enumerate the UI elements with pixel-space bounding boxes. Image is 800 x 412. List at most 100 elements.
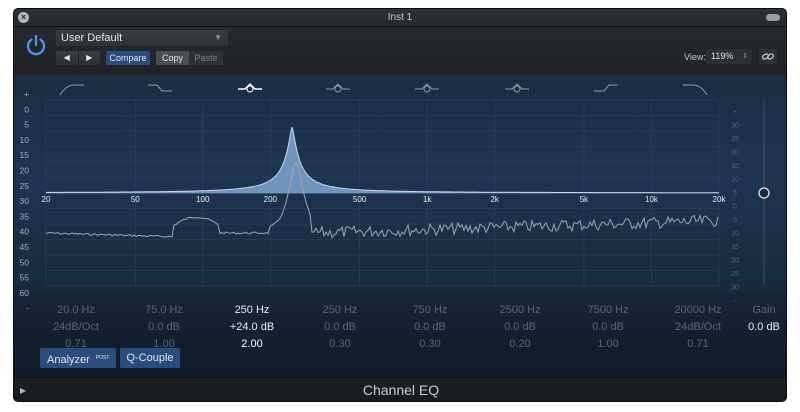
view-label: View: [684, 52, 706, 62]
band-frequency[interactable]: 250 Hz [300, 302, 380, 319]
copy-button[interactable]: Copy [156, 51, 189, 65]
left-scale-label: 15 [20, 150, 30, 160]
zoom-select[interactable]: 119% ⇕ [706, 49, 752, 64]
left-scale-label: + [24, 89, 29, 99]
analyzer-trace [45, 161, 719, 239]
bell-icon[interactable] [326, 83, 350, 93]
band-gain[interactable]: 0.0 dB [568, 319, 648, 336]
window-title: Inst 1 [387, 12, 413, 23]
bell-icon[interactable] [505, 83, 529, 93]
low-shelf-icon[interactable] [148, 84, 172, 92]
left-scale-label: - [26, 303, 29, 313]
frequency-label: 1k [423, 195, 432, 204]
right-scale-label: 15 [731, 244, 739, 251]
left-scale-label: 0 [24, 104, 29, 114]
band-8-parameters: 20000 Hz 24dB/Oct 0.71 [658, 302, 738, 353]
left-scale-label: 35 [20, 211, 30, 221]
gain-label: Gain [752, 304, 776, 316]
band-gain[interactable]: 0.0 dB [300, 319, 380, 336]
left-scale-label: 20 [20, 166, 30, 176]
band-frequency[interactable]: 2500 Hz [480, 302, 560, 319]
zoom-value: 119% [711, 51, 734, 61]
band-gain[interactable]: 0.0 dB [390, 319, 470, 336]
left-scale-label: 5 [24, 120, 29, 130]
frequency-label: 100 [196, 195, 210, 204]
frequency-label: 10k [645, 195, 659, 204]
bell-icon[interactable] [238, 83, 262, 93]
previous-preset-button[interactable]: ◀ [56, 51, 78, 65]
link-button[interactable] [759, 49, 777, 64]
output-gain[interactable]: Gain 0.0 dB [744, 302, 784, 336]
right-scale-label: 25 [731, 271, 739, 278]
close-button[interactable]: × [18, 12, 29, 23]
right-scale-label: 25 [731, 136, 739, 143]
power-icon[interactable] [24, 33, 48, 57]
band-q[interactable]: 1.00 [568, 336, 648, 353]
frequency-label: 20 [42, 195, 51, 204]
band-6-parameters: 2500 Hz 0.0 dB 0.20 [480, 302, 560, 353]
band-gain[interactable]: +24.0 dB [212, 319, 292, 336]
band-frequency[interactable]: 750 Hz [390, 302, 470, 319]
chevron-down-icon: ▼ [214, 33, 222, 42]
band-q[interactable]: 0.30 [390, 336, 470, 353]
analyzer-button[interactable]: Analyzer POST [40, 348, 116, 368]
right-scale-label: 20 [731, 150, 739, 157]
right-scale-label: 15 [731, 163, 739, 170]
left-scale-label: 40 [20, 227, 30, 237]
analyzer-label: Analyzer [47, 354, 90, 366]
plugin-window: × Inst 1 User Default ▼ ◀ ▶ Compare Copy… [13, 8, 787, 402]
right-scale-label: 10 [731, 177, 739, 184]
right-scale-label: 5 [733, 217, 737, 224]
band-1-parameters: 20.0 Hz 24dB/Oct 0.71 [36, 302, 116, 353]
left-scale-label: 45 [20, 242, 30, 252]
right-scale-label: + [733, 109, 737, 116]
band-q[interactable]: 0.30 [300, 336, 380, 353]
gain-value[interactable]: 0.0 dB [744, 319, 784, 336]
preset-name: User Default [61, 32, 123, 44]
window-resize-button[interactable] [766, 14, 780, 21]
preset-menu[interactable]: User Default ▼ [56, 30, 228, 46]
high-cut-icon[interactable] [683, 84, 708, 96]
band-gain[interactable]: 0.0 dB [124, 319, 204, 336]
band-q[interactable]: 0.71 [658, 336, 738, 353]
link-icon [762, 53, 774, 60]
frequency-label: 500 [353, 195, 367, 204]
eq-curve-fill [46, 127, 719, 193]
left-scale-label: 30 [20, 196, 30, 206]
left-scale-label: 50 [20, 257, 30, 267]
gain-slider-knob[interactable] [758, 187, 770, 199]
frequency-label: 5k [580, 195, 589, 204]
band-gain[interactable]: 0.0 dB [480, 319, 560, 336]
band-q[interactable]: 0.20 [480, 336, 560, 353]
band-frequency[interactable]: 75.0 Hz [124, 302, 204, 319]
low-cut-icon[interactable] [59, 84, 84, 96]
paste-button[interactable]: Paste [189, 51, 223, 65]
right-scale-label: 10 [731, 231, 739, 238]
compare-button[interactable]: Compare [106, 51, 150, 65]
frequency-label: 50 [131, 195, 140, 204]
band-2-parameters: 75.0 Hz 0.0 dB 1.00 [124, 302, 204, 353]
left-scale-label: 25 [20, 181, 30, 191]
band-frequency[interactable]: 20000 Hz [658, 302, 738, 319]
band-q[interactable]: 2.00 [212, 336, 292, 353]
next-preset-button[interactable]: ▶ [77, 51, 101, 65]
band-frequency[interactable]: 250 Hz [212, 302, 292, 319]
frequency-label: 2k [490, 195, 499, 204]
high-shelf-icon[interactable] [594, 84, 618, 92]
frequency-label: 200 [264, 195, 278, 204]
q-couple-button[interactable]: Q-Couple [120, 348, 180, 368]
left-scale-label: 60 [20, 288, 30, 298]
frequency-label: 20k [713, 195, 727, 204]
bell-icon[interactable] [415, 83, 439, 93]
stepper-icon: ⇕ [742, 53, 748, 60]
band-5-parameters: 750 Hz 0.0 dB 0.30 [390, 302, 470, 353]
band-gain[interactable]: 24dB/Oct [658, 319, 738, 336]
band-gain[interactable]: 24dB/Oct [36, 319, 116, 336]
band-frequency[interactable]: 20.0 Hz [36, 302, 116, 319]
band-frequency[interactable]: 7500 Hz [568, 302, 648, 319]
right-scale-label: 30 [731, 123, 739, 130]
band-3-parameters: 250 Hz +24.0 dB 2.00 [212, 302, 292, 353]
right-scale-label: 20 [731, 258, 739, 265]
left-scale-label: 55 [20, 273, 30, 283]
plugin-header: User Default ▼ ◀ ▶ Compare Copy Paste Vi… [14, 27, 786, 75]
